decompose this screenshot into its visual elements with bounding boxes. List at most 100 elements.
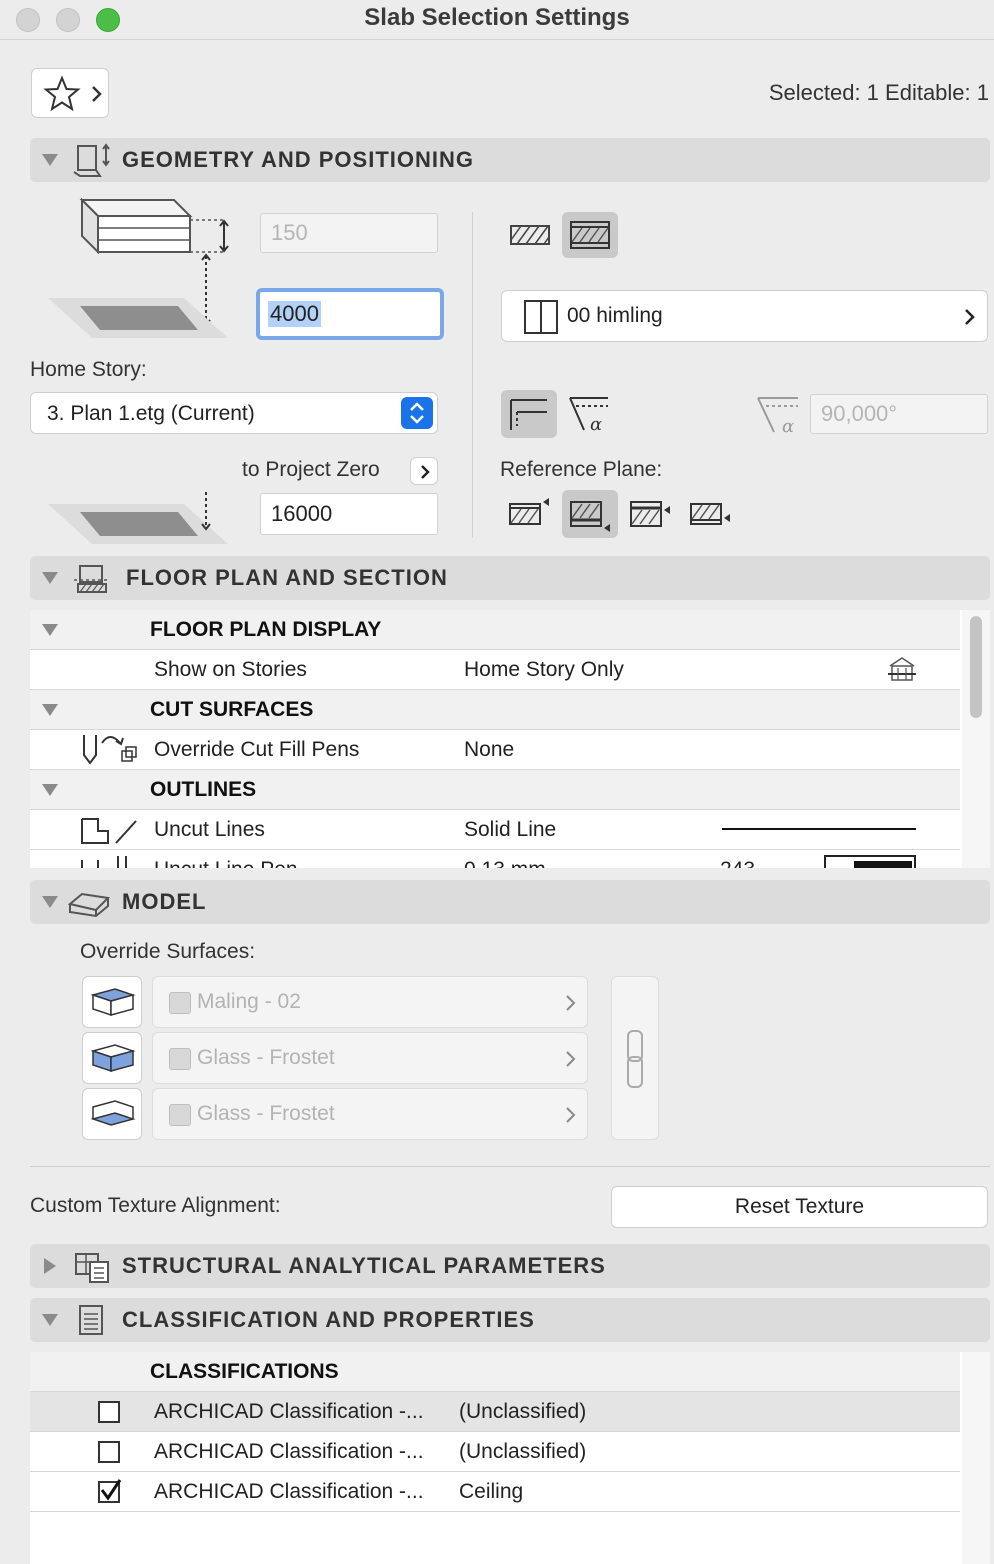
favorites-button[interactable] — [31, 68, 109, 118]
setting-value: Home Story Only — [464, 658, 624, 681]
reference-plane-bottom-button[interactable] — [682, 490, 738, 538]
vertical-edge-button[interactable] — [501, 390, 557, 438]
classification-checkbox[interactable] — [98, 1441, 120, 1463]
group-classifications[interactable]: CLASSIFICATIONS — [30, 1352, 960, 1392]
override-top-surface-button[interactable] — [82, 976, 142, 1028]
geometry-section-title: GEOMETRY AND POSITIONING — [122, 147, 474, 172]
selection-count: Selected: 1 Editable: 1 — [768, 80, 989, 105]
classification-name: ARCHICAD Classification -... — [154, 1400, 424, 1423]
hatch-fill-icon — [510, 225, 550, 245]
group-title: CLASSIFICATIONS — [150, 1360, 339, 1383]
project-zero-field[interactable]: 16000 — [260, 493, 438, 535]
top-surface-selector[interactable]: Maling - 02 — [152, 976, 588, 1028]
reference-plane-core-bottom-icon — [630, 501, 670, 527]
reference-plane-bottom-icon — [690, 503, 730, 525]
collapse-triangle-icon[interactable] — [42, 896, 58, 908]
surface-override-checkbox[interactable] — [169, 1048, 191, 1070]
slab-thickness-diagram — [48, 197, 229, 338]
hatch-toggle-button[interactable] — [502, 212, 558, 258]
classification-value: (Unclassified) — [459, 1440, 587, 1463]
model-divider — [30, 1166, 990, 1167]
group-cut-surfaces[interactable]: CUT SURFACES — [30, 690, 960, 730]
composite-structure-button[interactable] — [562, 212, 618, 258]
chevron-right-icon — [92, 86, 102, 102]
vertical-edge-icon — [510, 399, 547, 430]
svg-text:α: α — [590, 414, 602, 435]
side-surface-selector[interactable]: Glass - Frostet — [152, 1032, 588, 1084]
surface-name: Glass - Frostet — [197, 1046, 335, 1069]
classification-section-header[interactable]: CLASSIFICATION AND PROPERTIES — [30, 1298, 990, 1342]
group-outlines[interactable]: OUTLINES — [30, 770, 960, 810]
geometry-section-header[interactable]: GEOMETRY AND POSITIONING — [30, 138, 990, 182]
structural-section-header[interactable]: STRUCTURAL ANALYTICAL PARAMETERS — [30, 1244, 990, 1288]
reference-plane-top-button[interactable] — [501, 490, 557, 538]
model-section-header[interactable]: MODEL — [30, 880, 990, 924]
setting-label: Show on Stories — [154, 658, 307, 681]
reset-texture-button[interactable]: Reset Texture — [611, 1186, 988, 1228]
collapse-triangle-icon[interactable] — [42, 624, 58, 636]
group-floor-plan-display[interactable]: FLOOR PLAN DISPLAY — [30, 610, 960, 650]
collapse-triangle-icon[interactable] — [42, 704, 58, 716]
link-surfaces-button[interactable] — [611, 976, 659, 1140]
override-side-surface-button[interactable] — [82, 1032, 142, 1084]
setting-row-show-on-stories[interactable]: Show on Stories Home Story Only — [30, 650, 960, 690]
expand-triangle-icon[interactable] — [44, 1258, 56, 1274]
reference-plane-core-bottom-button[interactable] — [622, 490, 678, 538]
edge-angle-field[interactable]: 90,000° — [810, 394, 988, 434]
surface-override-checkbox[interactable] — [169, 1104, 191, 1126]
geometry-divider — [472, 212, 473, 538]
scrollbar-thumb[interactable] — [970, 616, 982, 718]
custom-angle-edge-button[interactable]: α — [562, 390, 618, 438]
bottom-surface-selector[interactable]: Glass - Frostet — [152, 1088, 588, 1140]
classification-row[interactable]: ARCHICAD Classification -... (Unclassifi… — [30, 1392, 960, 1432]
offset-value: 4000 — [268, 301, 321, 327]
project-zero-reference-button[interactable] — [410, 457, 438, 485]
stories-icon — [888, 657, 916, 681]
collapse-triangle-icon[interactable] — [42, 784, 58, 796]
pen-icon — [81, 856, 127, 868]
floor-plan-section-header[interactable]: FLOOR PLAN AND SECTION — [30, 556, 990, 600]
collapse-triangle-icon[interactable] — [42, 1314, 58, 1326]
scrollbar-track[interactable] — [962, 1352, 990, 1564]
reference-plane-core-top-icon — [570, 501, 610, 532]
group-title: OUTLINES — [150, 778, 257, 801]
reference-plane-top-icon — [509, 498, 549, 525]
classification-checkbox[interactable] — [98, 1401, 120, 1423]
custom-texture-label: Custom Texture Alignment: — [30, 1194, 281, 1217]
top-surface-icon — [90, 988, 136, 1017]
collapse-triangle-icon[interactable] — [42, 572, 58, 584]
home-story-select[interactable]: 3. Plan 1.etg (Current) — [30, 392, 438, 434]
classification-value: Ceiling — [459, 1480, 524, 1503]
classification-row[interactable]: ARCHICAD Classification -... Ceiling — [30, 1472, 960, 1512]
floor-plan-section-icon — [74, 565, 110, 593]
home-story-label: Home Story: — [30, 358, 147, 381]
classification-checkbox[interactable] — [98, 1479, 122, 1503]
chevron-right-icon — [566, 995, 576, 1011]
override-bottom-surface-button[interactable] — [82, 1088, 142, 1140]
structural-analytical-icon — [75, 1253, 109, 1283]
surface-override-checkbox[interactable] — [169, 992, 191, 1014]
floor-plan-settings-panel: FLOOR PLAN DISPLAY Show on Stories Home … — [30, 610, 990, 868]
pen-override-icon — [83, 735, 137, 765]
setting-row-uncut-line-pen[interactable]: Uncut Line Pen 0,13 mm 243 — [30, 850, 960, 868]
group-title: CUT SURFACES — [150, 698, 314, 721]
thickness-field[interactable]: 150 — [260, 213, 438, 253]
classification-section-title: CLASSIFICATION AND PROPERTIES — [122, 1307, 535, 1332]
building-material-icon — [524, 300, 558, 334]
offset-field[interactable]: 4000 — [256, 288, 444, 340]
setting-row-override-cut-fill-pens[interactable]: Override Cut Fill Pens None — [30, 730, 960, 770]
star-icon — [43, 75, 81, 112]
setting-row-uncut-lines[interactable]: Uncut Lines Solid Line — [30, 810, 960, 850]
setting-value: Solid Line — [464, 818, 557, 841]
building-material-selector[interactable]: 00 himling — [501, 290, 988, 342]
scrollbar-track[interactable] — [962, 610, 990, 868]
setting-label: Uncut Lines — [154, 818, 265, 841]
classification-row[interactable]: ARCHICAD Classification -... (Unclassifi… — [30, 1432, 960, 1472]
collapse-triangle-icon[interactable] — [42, 154, 58, 166]
bottom-surface-icon — [90, 1100, 136, 1126]
pen-color-swatch[interactable] — [824, 855, 916, 868]
reference-plane-label: Reference Plane: — [500, 458, 663, 481]
classification-document-icon — [79, 1305, 103, 1335]
reference-plane-core-top-button[interactable] — [562, 490, 618, 538]
surface-name: Maling - 02 — [197, 990, 301, 1013]
